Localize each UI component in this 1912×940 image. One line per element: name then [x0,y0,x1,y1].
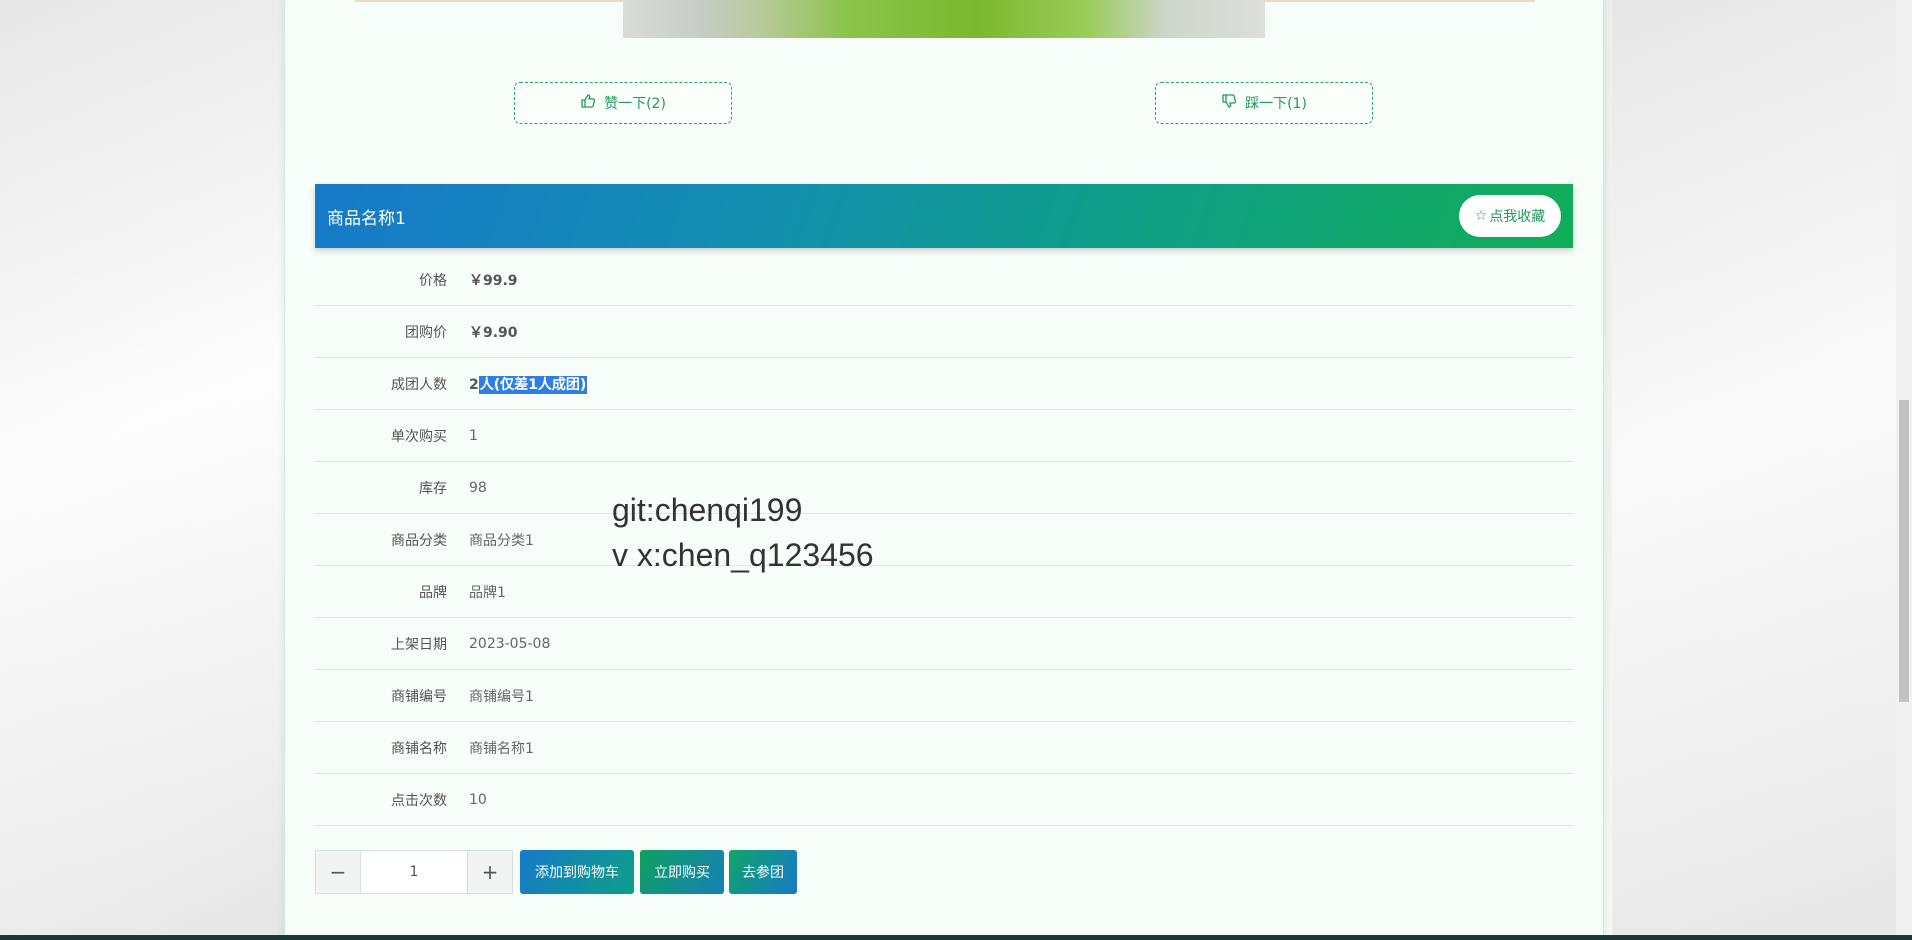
product-info-table: 价格 ￥99.9 团购价 ￥9.90 成团人数 2人(仅差1人成团) 单次购买 … [315,254,1573,826]
info-label: 团购价 [405,324,447,341]
info-value: 商铺编号1 [469,688,534,705]
info-value: 2人(仅差1人成团) [469,374,588,394]
info-row-brand: 品牌 品牌1 [315,566,1573,618]
scrollbar-thumb[interactable] [1899,400,1909,702]
buy-now-button[interactable]: 立即购买 [640,850,724,894]
thumbs-up-icon [580,93,596,113]
info-label: 成团人数 [391,376,447,393]
like-label: 赞一下(2) [604,96,666,112]
info-label: 商铺名称 [391,740,447,757]
decrease-quantity-button[interactable]: − [316,851,360,893]
info-value: ￥9.90 [469,324,518,341]
dislike-button[interactable]: 踩一下(1) [1155,82,1373,124]
watermark-text: git:chenqi199 v x:chen_q123456 [612,488,874,578]
info-row-price: 价格 ￥99.9 [315,254,1573,306]
info-row-listing-date: 上架日期 2023-05-08 [315,618,1573,670]
info-label: 点击次数 [391,792,447,809]
quantity-input[interactable] [360,851,468,893]
add-to-cart-button[interactable]: 添加到购物车 [520,850,634,894]
info-row-shop-name: 商铺名称 商铺名称1 [315,722,1573,774]
info-value: ￥99.9 [469,272,518,289]
info-label: 商品分类 [391,532,447,549]
info-value: 10 [469,791,487,808]
like-button[interactable]: 赞一下(2) [514,82,732,124]
watermark-line: git:chenqi199 [612,492,803,528]
info-label: 库存 [419,480,447,497]
info-value: 1 [469,427,478,444]
info-row-single-purchase: 单次购买 1 [315,410,1573,462]
info-label: 价格 [419,272,447,289]
product-image [623,0,1265,38]
group-size-number: 2 [469,376,479,393]
info-value: 商铺名称1 [469,740,534,757]
product-name: 商品名称1 [327,208,406,229]
vertical-scrollbar[interactable] [1896,0,1912,940]
join-group-button[interactable]: 去参团 [729,850,797,894]
info-row-stock: 库存 98 [315,462,1573,514]
product-detail-panel: 赞一下(2) 踩一下(1) 商品名称1 ☆ 点我收藏 价格 ￥99.9 团购价 … [284,0,1604,940]
info-label: 单次购买 [391,428,447,445]
info-row-click-count: 点击次数 10 [315,774,1573,826]
info-value: 品牌1 [469,584,506,601]
info-value: 2023-05-08 [469,635,551,652]
info-row-group-price: 团购价 ￥9.90 [315,306,1573,358]
info-label: 商铺编号 [391,688,447,705]
dislike-label: 踩一下(1) [1245,96,1307,112]
favorite-label: 点我收藏 [1489,209,1546,225]
info-row-shop-id: 商铺编号 商铺编号1 [315,670,1573,722]
thumbs-down-icon [1221,93,1237,113]
info-value: 商品分类1 [469,532,534,549]
quantity-stepper: − + [315,850,513,894]
product-title-bar: 商品名称1 ☆ 点我收藏 [315,184,1573,248]
increase-quantity-button[interactable]: + [468,851,512,893]
background-facet-right [1612,0,1912,940]
info-row-category: 商品分类 商品分类1 [315,514,1573,566]
taskbar-edge [0,935,1912,940]
watermark-line: v x:chen_q123456 [612,537,874,573]
favorite-button[interactable]: ☆ 点我收藏 [1459,195,1561,237]
info-row-group-size: 成团人数 2人(仅差1人成团) [315,358,1573,410]
selected-text: 人(仅差1人成团) [478,375,588,394]
info-value: 98 [469,479,487,496]
background-facet-left [0,0,300,940]
info-label: 品牌 [419,584,447,601]
star-outline-icon: ☆ [1474,208,1488,224]
info-label: 上架日期 [391,636,447,653]
